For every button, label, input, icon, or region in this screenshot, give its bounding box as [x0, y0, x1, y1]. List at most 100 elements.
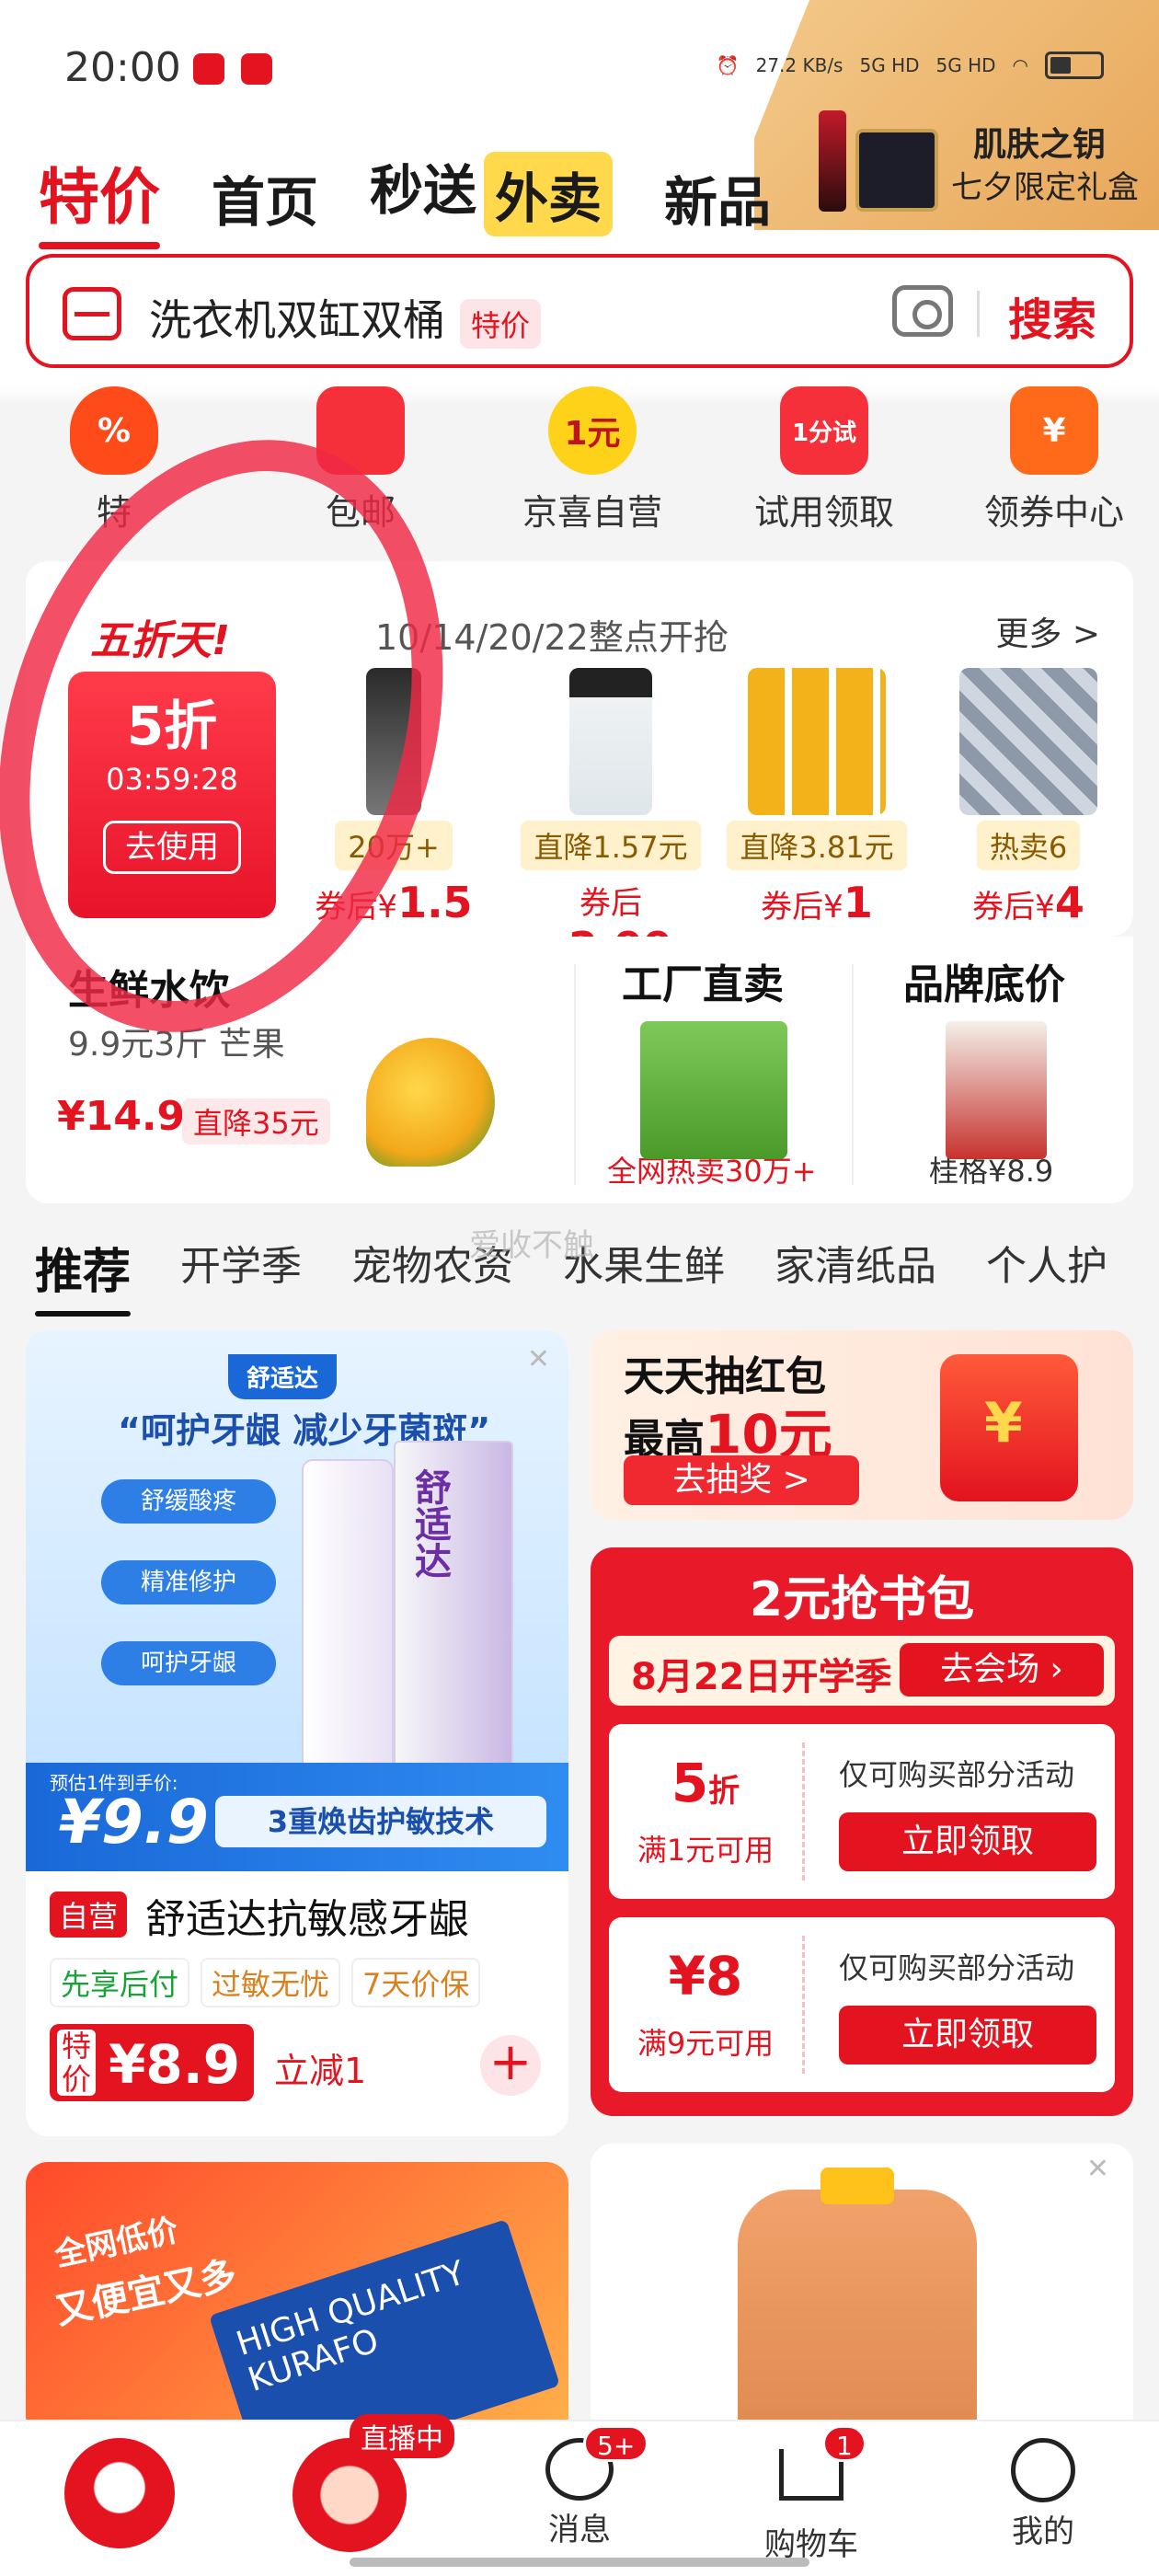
tab-new[interactable]: 新品 — [664, 159, 771, 236]
coupon-condition: 满1元可用 — [637, 1833, 775, 1868]
feed-card-toothpaste[interactable]: 舒适达 ✕ “呵护牙龈 减少牙菌斑” 舒缓酸疼 精准修护 呵护牙龈 舒适达 预估… — [26, 1330, 568, 2136]
red-packet-card[interactable]: 天天抽红包 最高10元 去抽奖 > — [591, 1330, 1133, 1520]
price-prefix: 券后¥ — [761, 889, 843, 926]
flash-product[interactable]: 直降1.57元 券后¥2.99 — [519, 668, 703, 972]
product-tag: 热卖6 — [976, 821, 1081, 870]
bottom-me[interactable]: 我的 — [951, 2438, 1135, 2551]
coupon-value: 5折 — [627, 1752, 784, 1814]
home-indicator — [350, 2558, 809, 2567]
add-to-cart-button[interactable]: + — [480, 2035, 541, 2096]
channel-jingxi[interactable]: 1元 京喜自营 — [500, 386, 684, 535]
bottom-label: 消息 — [548, 2512, 611, 2548]
price-value: 1.5 — [397, 878, 473, 927]
ad-tech: 3重焕齿护敏技术 — [215, 1796, 546, 1847]
draw-button[interactable]: 去抽奖 > — [624, 1455, 859, 1505]
channel-trial[interactable]: 1分试 试用领取 — [732, 386, 916, 535]
search-query: 洗衣机双缸双桶 — [149, 295, 445, 345]
toothpaste-tube-image — [302, 1459, 394, 1772]
reduce-label: 立减1 — [274, 2051, 367, 2091]
coupon-number: 5 — [671, 1752, 709, 1814]
ad-brand: 舒适达 — [228, 1354, 338, 1399]
self-operated-badge: 自营 — [50, 1892, 128, 1938]
corner-promo-banner[interactable]: 肌肤之钥 七夕限定礼盒 — [754, 0, 1159, 230]
product-name: 舒适达抗敏感牙龈 — [145, 1896, 469, 1943]
chip: 过敏无忧 — [201, 1958, 341, 2007]
user-icon — [1011, 2438, 1075, 2502]
product-image — [946, 1021, 1047, 1159]
mango-image — [366, 1038, 495, 1167]
jd-mascot-icon — [64, 2438, 175, 2548]
search-input[interactable]: 洗衣机双缸双桶 特价 — [149, 287, 542, 349]
ad-image: 舒适达 ✕ “呵护牙龈 减少牙菌斑” 舒缓酸疼 精准修护 呵护牙龈 舒适达 预估… — [26, 1330, 568, 1871]
coupon-icon: ¥ — [1010, 386, 1098, 475]
ad-price: ¥9.9 — [59, 1787, 209, 1857]
product-chips: 先享后付 过敏无忧 7天价保 — [50, 1958, 481, 2007]
product-price: ¥8.9 — [109, 2033, 241, 2096]
tab-miaosong-label: 秒送 — [370, 159, 477, 222]
product-tag: 直降1.57元 — [521, 821, 701, 870]
scan-icon[interactable] — [63, 287, 121, 340]
product-tag: 直降3.81元 — [727, 821, 907, 870]
flash-product[interactable]: 直降3.81元 券后¥1 — [725, 668, 909, 927]
tab-home[interactable]: 首页 — [212, 159, 318, 236]
wifi-icon: ◠ — [1012, 54, 1028, 76]
panel-price: ¥14.9 — [57, 1093, 186, 1140]
coupon-card: ¥8 满9元可用 仅可购买部分活动 立即领取 — [609, 1917, 1115, 2092]
ad-feature: 呵护牙龈 — [101, 1641, 276, 1685]
coupon-card: 5折 满1元可用 仅可购买部分活动 立即领取 — [609, 1724, 1115, 1899]
app-notification-icon — [241, 53, 272, 85]
claim-button[interactable]: 立即领取 — [839, 1812, 1096, 1871]
flash-product[interactable]: 热卖6 券后¥4 — [936, 668, 1120, 927]
feed-card-oil[interactable]: ✕ — [591, 2144, 1133, 2438]
tab-miaosong[interactable]: 秒送 外卖 — [370, 147, 614, 236]
bottom-home[interactable] — [28, 2438, 212, 2548]
tab-tejia[interactable]: 特价 — [39, 148, 160, 249]
panel-brand[interactable]: 品牌底价 桂格¥8.9 — [854, 937, 1133, 1203]
feed-card-pencil[interactable]: 全网低价 又便宜又多 HIGH QUALITY KURAFO — [26, 2162, 568, 2482]
search-bar[interactable]: 洗衣机双缸双桶 特价 搜索 — [26, 254, 1133, 368]
bottom-label: 我的 — [1012, 2513, 1074, 2550]
price-value: 1 — [843, 878, 873, 927]
more-link[interactable]: 更多 > — [995, 607, 1100, 655]
price-value: 4 — [1054, 878, 1084, 927]
giftbox-image — [855, 129, 938, 212]
coupon-number: ¥8 — [668, 1945, 743, 2007]
watermark: 爱收不触 — [469, 1227, 594, 1264]
panel-title: 工厂直卖 — [622, 961, 784, 1008]
sim1-signal: 5G HD — [859, 54, 920, 76]
bottom-tab-bar: 直播中 消息 5+ 购物车 1 我的 — [0, 2414, 1159, 2576]
price-prefix: 券后¥ — [972, 889, 1055, 926]
bottom-cart[interactable]: 购物车 — [719, 2438, 903, 2564]
product-price: 券后¥4 — [936, 878, 1120, 927]
box-text: 舒适达 — [408, 1468, 451, 1579]
panel-factory[interactable]: 工厂直卖 全网热卖30万+ — [576, 937, 852, 1203]
channel-coupon[interactable]: ¥ 领券中心 — [962, 386, 1146, 535]
product-image — [959, 668, 1097, 815]
product-image — [748, 668, 886, 815]
close-icon[interactable]: ✕ — [1086, 2153, 1109, 2185]
status-time: 20:00 — [64, 44, 181, 91]
jd-tejia-page: 20:00 肌肤之钥 七夕限定礼盒 ⏰ 27.2 KB/s 5G HD 5G H… — [0, 0, 1159, 2576]
product-info: 自营 舒适达抗敏感牙龈 先享后付 过敏无忧 7天价保 特价 ¥8.9 立减1 + — [26, 1871, 568, 2136]
chip: 先享后付 — [50, 1958, 190, 2007]
bottle-cap — [820, 2168, 894, 2204]
tab-recommend[interactable]: 推荐 — [35, 1233, 132, 1317]
camera-icon[interactable] — [892, 285, 953, 337]
search-button[interactable]: 搜索 — [1008, 283, 1096, 348]
oil-bottle-image — [738, 2190, 977, 2438]
go-venue-button[interactable]: 去会场 › — [900, 1643, 1104, 1696]
sim2-signal: 5G HD — [935, 54, 996, 76]
tab-personal[interactable]: 个人护 — [986, 1233, 1107, 1302]
ad-footer: 预估1件到手价: ¥9.9 3重焕齿护敏技术 — [26, 1763, 568, 1871]
tejia-badge: 特价 — [57, 2030, 96, 2096]
coupon-unit: 折 — [708, 1773, 740, 1810]
schoolbag-title: 2元抢书包 — [749, 1572, 975, 1627]
claim-button[interactable]: 立即领取 — [839, 2006, 1096, 2064]
waimai-badge: 外卖 — [484, 151, 614, 236]
tab-household[interactable]: 家清纸品 — [775, 1233, 936, 1302]
tab-school[interactable]: 开学季 — [180, 1233, 302, 1302]
close-icon[interactable]: ✕ — [527, 1343, 550, 1375]
schoolbag-date: 8月22日开学季 — [631, 1656, 892, 1698]
status-icons: ⏰ 27.2 KB/s 5G HD 5G HD ◠ — [717, 52, 1104, 79]
product-image — [569, 668, 652, 815]
